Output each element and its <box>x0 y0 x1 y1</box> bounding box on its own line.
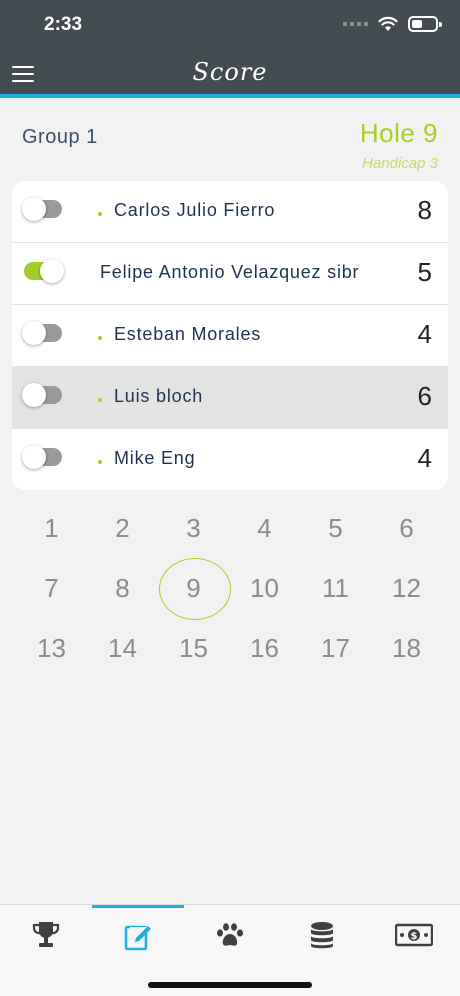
hole-button[interactable]: 1 <box>16 498 87 558</box>
tab-coins[interactable] <box>276 905 368 965</box>
status-time: 2:33 <box>44 14 83 35</box>
player-name: Esteban Morales <box>114 324 262 344</box>
player-row[interactable]: Carlos Julio Fierro 8 <box>12 181 448 243</box>
edit-icon <box>124 925 152 950</box>
hole-button[interactable]: 3 <box>158 498 229 558</box>
app-header: 2:33 Score <box>0 0 460 98</box>
player-name: Carlos Julio Fierro <box>114 200 276 220</box>
hole-button[interactable]: 8 <box>87 558 158 618</box>
player-toggle[interactable] <box>24 259 64 283</box>
current-hole-label: Hole 9 <box>359 118 438 148</box>
cellular-signal-icon <box>343 22 368 26</box>
player-row[interactable]: Esteban Morales 4 <box>12 305 448 367</box>
hole-button[interactable]: 14 <box>87 618 158 678</box>
coins-icon <box>311 922 333 949</box>
player-row[interactable]: Felipe Antonio Velazquez sibr 5 <box>12 243 448 305</box>
hole-button[interactable]: 11 <box>300 558 371 618</box>
hole-button[interactable]: 2 <box>87 498 158 558</box>
player-score[interactable]: 5 <box>418 257 432 288</box>
hole-selector: 1 2 3 4 5 6 7 8 9 10 11 12 13 14 15 16 1… <box>16 498 442 678</box>
player-toggle[interactable] <box>22 197 62 221</box>
player-name: Luis bloch <box>114 386 204 406</box>
tab-score[interactable] <box>92 905 184 965</box>
hole-button[interactable]: 17 <box>300 618 371 678</box>
hole-button[interactable]: 6 <box>371 498 442 558</box>
players-card: Carlos Julio Fierro 8 Felipe Antonio Vel… <box>12 181 448 490</box>
money-icon: $ <box>395 923 433 947</box>
tab-paw[interactable] <box>184 905 276 965</box>
tab-money[interactable]: $ <box>368 905 460 965</box>
player-score[interactable]: 8 <box>418 195 432 226</box>
status-dot <box>98 398 102 402</box>
player-name: Mike Eng <box>114 448 196 468</box>
trophy-icon <box>32 922 60 947</box>
status-dot <box>98 336 102 340</box>
player-name: Felipe Antonio Velazquez sibr <box>100 262 360 282</box>
hole-button[interactable]: 15 <box>158 618 229 678</box>
paw-icon <box>217 923 243 946</box>
hole-button[interactable]: 5 <box>300 498 371 558</box>
tab-leaderboard[interactable] <box>0 905 92 965</box>
hole-button[interactable]: 16 <box>229 618 300 678</box>
wifi-icon <box>378 16 398 31</box>
group-label: Group 1 <box>22 126 98 148</box>
player-score[interactable]: 4 <box>418 443 432 474</box>
player-row[interactable]: Mike Eng 4 <box>12 429 448 490</box>
home-indicator <box>148 982 312 988</box>
svg-text:$: $ <box>411 931 418 942</box>
player-toggle[interactable] <box>22 383 62 407</box>
status-dot <box>98 460 102 464</box>
player-toggle[interactable] <box>22 321 62 345</box>
player-row[interactable]: Luis bloch 6 <box>12 367 448 429</box>
player-toggle[interactable] <box>22 445 62 469</box>
player-score[interactable]: 6 <box>418 381 432 412</box>
player-score[interactable]: 4 <box>418 319 432 350</box>
hole-button[interactable]: 13 <box>16 618 87 678</box>
status-dot <box>98 212 102 216</box>
status-icons <box>343 16 442 32</box>
hole-button-selected[interactable]: 9 <box>158 558 231 620</box>
hole-button[interactable]: 18 <box>371 618 442 678</box>
page-title: Score <box>192 58 268 86</box>
hole-button[interactable]: 10 <box>229 558 300 618</box>
hole-button[interactable]: 12 <box>371 558 442 618</box>
battery-icon <box>408 16 442 32</box>
handicap-label: Handicap 3 <box>362 155 438 172</box>
hole-button[interactable]: 4 <box>229 498 300 558</box>
hole-button[interactable]: 7 <box>16 558 87 618</box>
